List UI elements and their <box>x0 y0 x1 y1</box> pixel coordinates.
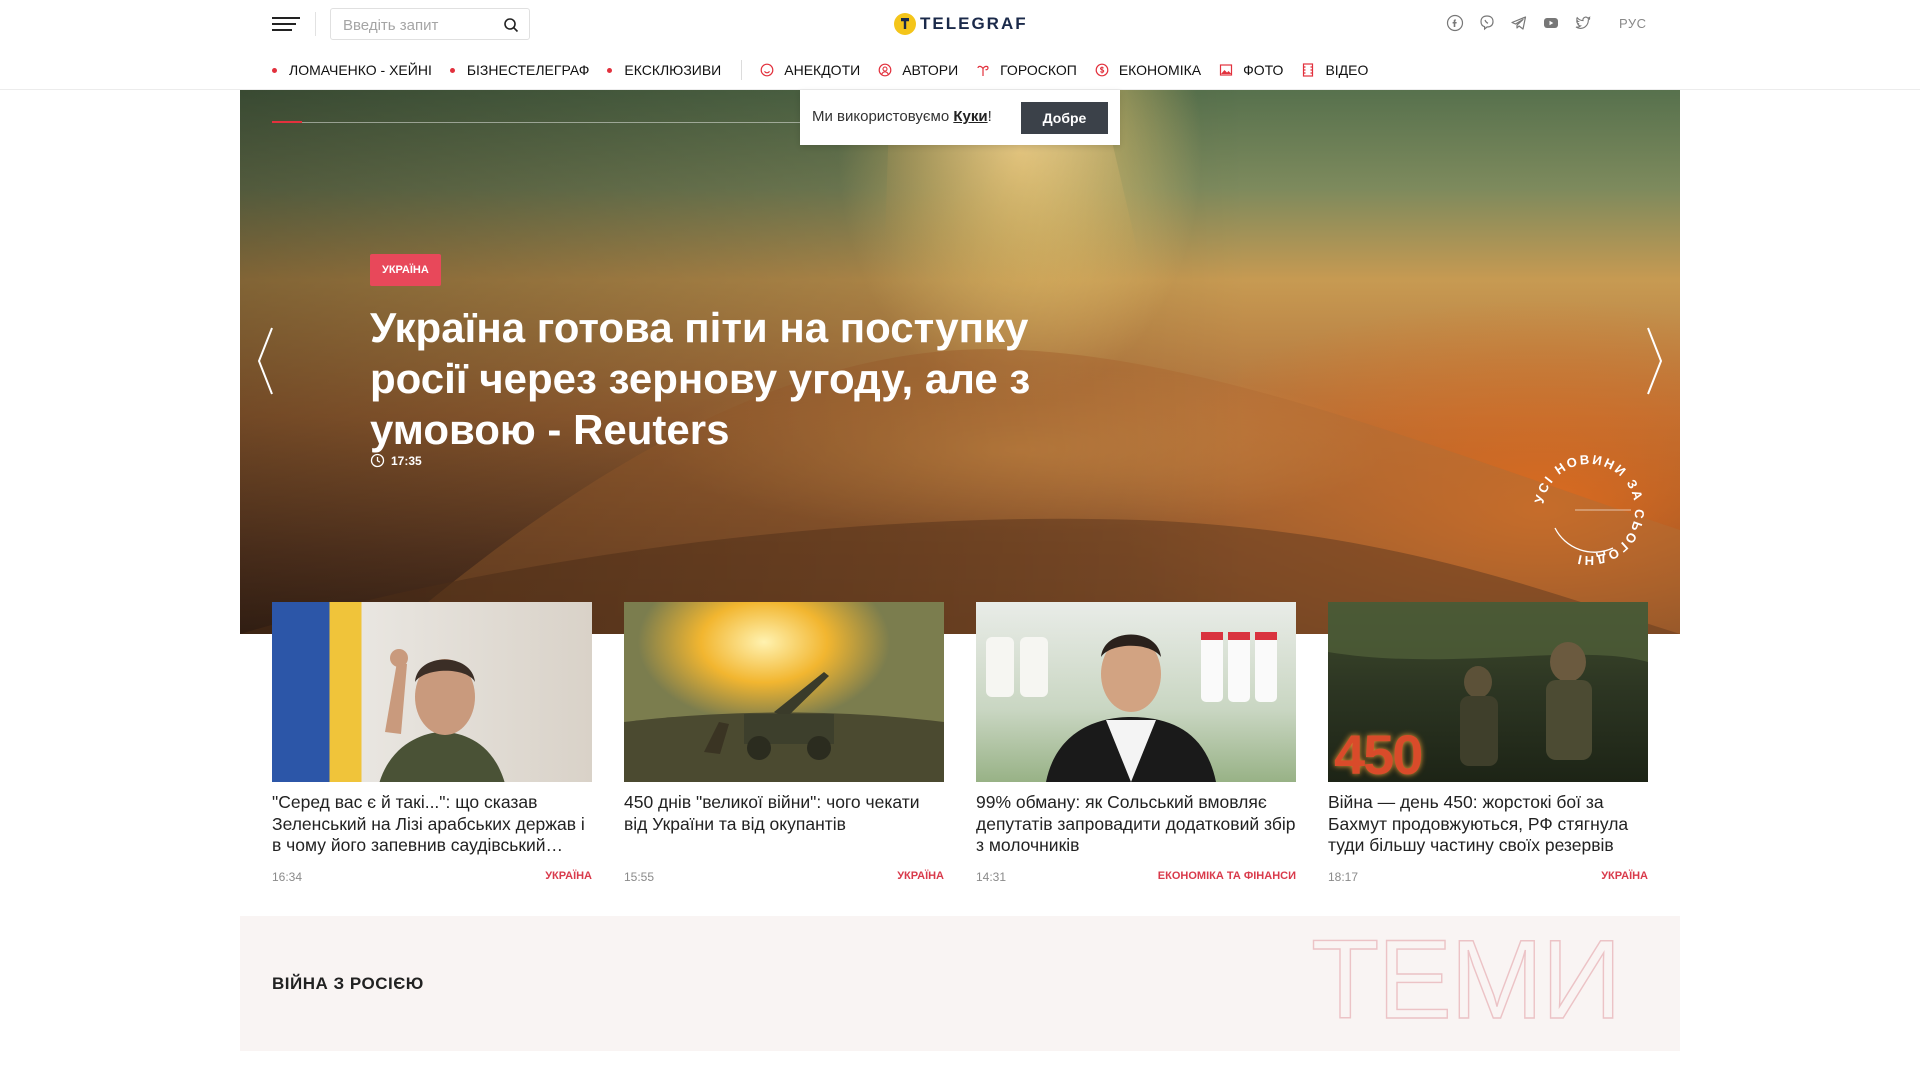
cookie-suffix: ! <box>987 108 992 125</box>
nav-item-economics[interactable]: ЕКОНОМІКА <box>1095 62 1201 78</box>
news-card-category[interactable]: УКРАЇНА <box>545 870 592 884</box>
news-card-meta: 15:55 УКРАЇНА <box>624 870 944 884</box>
hot-dot-icon <box>449 67 455 73</box>
slider-prev-arrow-icon[interactable] <box>256 326 274 396</box>
news-card-time: 18:17 <box>1328 870 1359 884</box>
nav-label: ФОТО <box>1243 62 1284 78</box>
youtube-icon[interactable] <box>1542 14 1560 32</box>
divider <box>315 12 316 36</box>
nav-item-lomachenko[interactable]: ЛОМАЧЕНКО - ХЕЙНІ <box>272 62 432 78</box>
all-news-today-link[interactable]: УСІ НОВИНИ ЗА СЬОГОДНІ <box>1527 448 1651 572</box>
smile-icon <box>760 63 774 77</box>
header: TELEGRAF РУС <box>0 0 1920 48</box>
news-card[interactable]: 450 Війна — день 450: жорстокі бої за Ба… <box>1328 602 1648 884</box>
photo-icon <box>1219 64 1233 76</box>
cookie-text: Ми використовуємо Куки! <box>812 108 992 125</box>
hero-slider: УКРАЇНА Україна готова піти на поступку … <box>240 90 1680 634</box>
cookie-accept-button[interactable]: Добре <box>1021 102 1108 134</box>
dollar-icon <box>1095 63 1109 77</box>
news-card-image <box>272 602 592 782</box>
news-card-meta: 16:34 УКРАЇНА <box>272 870 592 884</box>
main-nav: ЛОМАЧЕНКО - ХЕЙНІ БІЗНЕСТЕЛЕГРАФ ЕКСКЛЮЗ… <box>0 48 1920 90</box>
language-switch[interactable]: РУС <box>1619 16 1647 31</box>
nav-item-authors[interactable]: АВТОРИ <box>878 62 958 78</box>
logo-mark-icon <box>894 13 916 35</box>
cookie-message: Ми використовуємо <box>812 108 954 125</box>
nav-label: АНЕКДОТИ <box>784 62 861 78</box>
news-card[interactable]: 99% обману: як Сольський вмовляє депутат… <box>976 602 1296 884</box>
news-card-category[interactable]: ЕКОНОМІКА ТА ФІНАНСИ <box>1158 870 1296 884</box>
hero-time-label: 17:35 <box>391 453 422 468</box>
nav-label: ЕКОНОМІКА <box>1118 62 1202 78</box>
search-box <box>330 8 530 40</box>
nav-divider <box>741 60 743 80</box>
nav-label: БІЗНЕСТЕЛЕГРАФ <box>466 62 590 78</box>
nav-item-biznestelegraf[interactable]: БІЗНЕСТЕЛЕГРАФ <box>449 62 590 78</box>
nav-label: ЕКСКЛЮЗИВИ <box>624 62 722 78</box>
author-icon <box>878 63 892 77</box>
news-cards: "Серед вас є й такі...": що сказав Зелен… <box>272 602 1648 884</box>
hero-category-tag[interactable]: УКРАЇНА <box>370 254 441 286</box>
news-card-time: 16:34 <box>272 870 303 884</box>
news-card-image: 450 <box>1328 602 1648 782</box>
news-card-title: 99% обману: як Сольський вмовляє депутат… <box>976 792 1296 855</box>
zodiac-icon <box>977 65 989 76</box>
hero-time: 17:35 <box>370 453 422 468</box>
facebook-icon[interactable] <box>1446 14 1464 32</box>
viber-icon[interactable] <box>1478 14 1496 32</box>
topics-watermark: ТЕМИ <box>1310 930 1622 1030</box>
twitter-icon[interactable] <box>1574 14 1592 32</box>
nav-label: ГОРОСКОП <box>1000 62 1077 78</box>
hot-dot-icon <box>272 67 277 73</box>
nav-item-exclusives[interactable]: ЕКСКЛЮЗИВИ <box>607 62 721 78</box>
site-logo[interactable]: TELEGRAF <box>894 12 1028 36</box>
hot-dot-icon <box>607 67 613 73</box>
news-card-image <box>976 602 1296 782</box>
news-card-time: 15:55 <box>624 870 655 884</box>
cookie-banner: Ми використовуємо Куки! Добре <box>800 90 1120 145</box>
artillery-illustration <box>624 672 944 782</box>
news-card-category[interactable]: УКРАЇНА <box>1601 870 1648 884</box>
news-card-meta: 14:31 ЕКОНОМІКА ТА ФІНАНСИ <box>976 870 1296 884</box>
search-input[interactable] <box>343 15 493 35</box>
nav-item-video[interactable]: ВІДЕО <box>1301 62 1368 78</box>
news-card-title: "Серед вас є й такі...": що сказав Зелен… <box>272 792 585 855</box>
menu-icon[interactable] <box>272 16 300 32</box>
news-card-category[interactable]: УКРАЇНА <box>897 870 944 884</box>
news-card-image <box>624 602 944 782</box>
cookie-link[interactable]: Куки <box>953 108 987 125</box>
news-card[interactable]: 450 днів "великої війни": чого чекати ві… <box>624 602 944 884</box>
topics-watermark-text: ТЕМИ <box>1311 930 1620 1030</box>
nav-label: ВІДЕО <box>1325 62 1369 78</box>
nav-item-horoscope[interactable]: ГОРОСКОП <box>976 62 1077 78</box>
person-illustration <box>379 649 505 782</box>
nav-item-photo[interactable]: ФОТО <box>1219 62 1283 78</box>
hero-divider-accent <box>272 121 302 123</box>
telegram-icon[interactable] <box>1510 14 1528 32</box>
milk-portrait-illustration <box>986 632 1277 782</box>
topic-link-war[interactable]: ВІЙНА З РОСІЄЮ <box>272 974 424 994</box>
nav-label: АВТОРИ <box>902 62 959 78</box>
topics-section: ВІЙНА З РОСІЄЮ ТЕМИ <box>240 916 1680 1051</box>
logo-text: TELEGRAF <box>920 14 1028 33</box>
slider-next-arrow-icon[interactable] <box>1646 326 1664 396</box>
social-links <box>1446 14 1592 32</box>
image-overlay-number: 450 <box>1334 723 1423 782</box>
hero-divider <box>272 122 832 123</box>
clock-icon <box>370 453 385 468</box>
nav-label: ЛОМАЧЕНКО - ХЕЙНІ <box>289 62 432 78</box>
news-card[interactable]: "Серед вас є й такі...": що сказав Зелен… <box>272 602 592 884</box>
search-icon[interactable] <box>503 17 519 33</box>
news-card-title: Війна — день 450: жорстокі бої за Бахмут… <box>1328 792 1629 855</box>
news-card-title: 450 днів "великої війни": чого чекати ві… <box>624 792 920 834</box>
news-card-time: 14:31 <box>976 870 1007 884</box>
news-card-meta: 18:17 УКРАЇНА <box>1328 870 1648 884</box>
nav-item-anecdotes[interactable]: АНЕКДОТИ <box>760 62 860 78</box>
video-icon <box>1303 63 1314 77</box>
hero-headline[interactable]: Україна готова піти на поступку росії че… <box>370 286 1090 455</box>
